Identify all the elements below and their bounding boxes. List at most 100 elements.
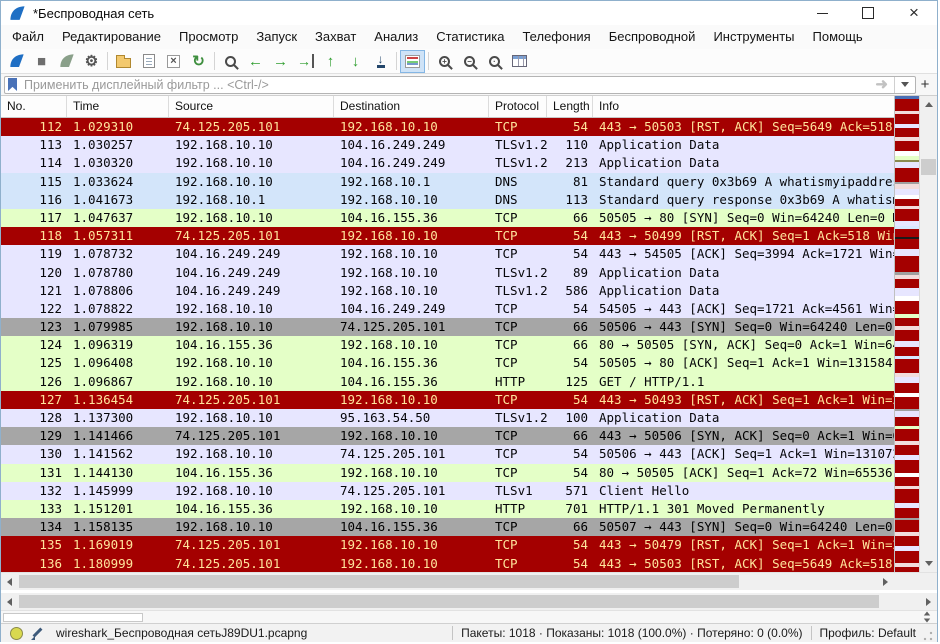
scroll-up-arrow[interactable]	[920, 96, 937, 113]
find-packet-icon[interactable]	[218, 50, 243, 73]
go-to-packet-icon[interactable]: →	[293, 50, 318, 73]
packet-row[interactable]: 1181.05731174.125.205.101192.168.10.10TC…	[1, 227, 894, 245]
packet-row[interactable]: 1161.041673192.168.10.1192.168.10.10DNS1…	[1, 191, 894, 209]
packet-row[interactable]: 1361.18099974.125.205.101192.168.10.10TC…	[1, 555, 894, 573]
apply-filter-icon[interactable]: ➜	[869, 79, 894, 91]
resize-columns-icon[interactable]	[507, 50, 532, 73]
cell-time: 1.151201	[67, 500, 169, 518]
close-button[interactable]	[891, 1, 937, 25]
packet-row[interactable]: 1221.078822192.168.10.10104.16.249.249TC…	[1, 300, 894, 318]
packet-row[interactable]: 1211.078806104.16.249.249192.168.10.10TL…	[1, 282, 894, 300]
display-filter-input[interactable]	[22, 77, 869, 93]
packet-row[interactable]: 1351.16901974.125.205.101192.168.10.10TC…	[1, 536, 894, 554]
column-header-info[interactable]: Info	[593, 96, 894, 117]
cell-info: 50506 → 443 [SYN] Seq=0 Win=64240 Len=0 …	[593, 318, 894, 336]
cell-time: 1.144130	[67, 464, 169, 482]
intelligent-scrollbar-minimap[interactable]	[894, 96, 919, 572]
profile-label[interactable]: Профиль: Default	[820, 626, 917, 640]
menu-item-8[interactable]: Телефония	[513, 25, 599, 49]
packet-row[interactable]: 1241.096319104.16.155.36192.168.10.10TCP…	[1, 336, 894, 354]
hscroll2-thumb[interactable]	[19, 595, 879, 608]
cell-protocol: TCP	[489, 118, 547, 136]
column-header-source[interactable]: Source	[169, 96, 334, 117]
go-back-icon[interactable]: ←	[243, 50, 268, 73]
packet-row[interactable]: 1121.02931074.125.205.101192.168.10.10TC…	[1, 118, 894, 136]
zoom-original-icon[interactable]: ·	[482, 50, 507, 73]
reload-file-icon[interactable]: ↻	[186, 50, 211, 73]
cell-length: 54	[547, 227, 593, 245]
maximize-button[interactable]	[845, 1, 891, 25]
cell-info: Application Data	[593, 282, 894, 300]
menu-item-11[interactable]: Помощь	[804, 25, 872, 49]
column-header-time[interactable]: Time	[67, 96, 169, 117]
packet-row[interactable]: 1331.151201104.16.155.36192.168.10.10HTT…	[1, 500, 894, 518]
cell-info: 443 → 50493 [RST, ACK] Seq=1 Ack=1 Win=2…	[593, 391, 894, 409]
column-header-destination[interactable]: Destination	[334, 96, 489, 117]
start-capture-icon[interactable]	[4, 50, 29, 73]
packet-row[interactable]: 1301.141562192.168.10.1074.125.205.101TC…	[1, 445, 894, 463]
packet-row[interactable]: 1321.145999192.168.10.1074.125.205.101TL…	[1, 482, 894, 500]
packet-row[interactable]: 1271.13645474.125.205.101192.168.10.10TC…	[1, 391, 894, 409]
hscroll2-left-arrow[interactable]	[1, 593, 18, 610]
column-header-no[interactable]: No.	[1, 96, 67, 117]
go-last-packet-icon[interactable]: ↓	[343, 50, 368, 73]
vertical-scrollbar[interactable]	[919, 96, 937, 572]
packet-row[interactable]: 1281.137300192.168.10.1095.163.54.50TLSv…	[1, 409, 894, 427]
zoom-in-icon[interactable]: +	[432, 50, 457, 73]
menu-item-1[interactable]: Файл	[3, 25, 53, 49]
zoom-out-icon[interactable]: −	[457, 50, 482, 73]
minimize-button[interactable]	[799, 1, 845, 25]
detail-pane-hscrollbar[interactable]	[1, 593, 937, 610]
capture-comment-icon[interactable]	[31, 627, 44, 640]
restart-capture-icon[interactable]	[54, 50, 79, 73]
hscroll-right-arrow[interactable]	[877, 573, 894, 590]
add-filter-button[interactable]: +	[916, 76, 934, 94]
hscroll2-track[interactable]	[18, 593, 920, 610]
menu-item-9[interactable]: Беспроводной	[600, 25, 705, 49]
packet-row[interactable]: 1151.033624192.168.10.10192.168.10.1DNS8…	[1, 173, 894, 191]
packet-row[interactable]: 1171.047637192.168.10.10104.16.155.36TCP…	[1, 209, 894, 227]
thin-scroll-thumb[interactable]	[3, 613, 143, 622]
menu-item-10[interactable]: Инструменты	[704, 25, 803, 49]
packet-row[interactable]: 1311.144130104.16.155.36192.168.10.10TCP…	[1, 464, 894, 482]
menu-item-4[interactable]: Запуск	[247, 25, 306, 49]
hscroll2-right-arrow[interactable]	[920, 593, 937, 610]
capture-options-icon[interactable]: ⚙	[79, 50, 104, 73]
filter-dropdown-caret[interactable]	[894, 77, 915, 93]
resize-grip[interactable]	[922, 630, 934, 642]
hscroll-thumb[interactable]	[19, 575, 739, 588]
save-file-icon[interactable]	[136, 50, 161, 73]
auto-scroll-icon[interactable]: ↓	[368, 50, 393, 73]
column-header-length[interactable]: Length	[547, 96, 593, 117]
colorize-packets-icon[interactable]	[400, 50, 425, 73]
packet-row[interactable]: 1131.030257192.168.10.10104.16.249.249TL…	[1, 136, 894, 154]
packet-row[interactable]: 1231.079985192.168.10.1074.125.205.101TC…	[1, 318, 894, 336]
cell-no: 113	[1, 136, 67, 154]
go-first-packet-icon[interactable]: ↑	[318, 50, 343, 73]
menu-item-2[interactable]: Редактирование	[53, 25, 170, 49]
open-file-icon[interactable]	[111, 50, 136, 73]
column-header-protocol[interactable]: Protocol	[489, 96, 547, 117]
packet-row[interactable]: 1191.078732104.16.249.249192.168.10.10TC…	[1, 245, 894, 263]
menu-item-7[interactable]: Статистика	[427, 25, 513, 49]
packet-row[interactable]: 1141.030320192.168.10.10104.16.249.249TL…	[1, 154, 894, 172]
display-filter-field[interactable]: ➜	[4, 76, 916, 94]
vertical-scroll-thumb[interactable]	[921, 159, 936, 175]
menu-item-3[interactable]: Просмотр	[170, 25, 247, 49]
packet-row[interactable]: 1291.14146674.125.205.101192.168.10.10TC…	[1, 427, 894, 445]
packet-row[interactable]: 1201.078780104.16.249.249192.168.10.10TL…	[1, 264, 894, 282]
hscroll-track[interactable]	[18, 573, 877, 590]
hscroll-left-arrow[interactable]	[1, 573, 18, 590]
menu-item-5[interactable]: Захват	[306, 25, 365, 49]
scroll-down-arrow[interactable]	[920, 555, 937, 572]
close-file-icon[interactable]: ×	[161, 50, 186, 73]
filter-bookmark-icon[interactable]	[8, 78, 17, 91]
packet-row[interactable]: 1261.096867192.168.10.10104.16.155.36HTT…	[1, 373, 894, 391]
packet-row[interactable]: 1341.158135192.168.10.10104.16.155.36TCP…	[1, 518, 894, 536]
packet-list-hscrollbar[interactable]	[1, 573, 894, 590]
menu-item-6[interactable]: Анализ	[365, 25, 427, 49]
stop-capture-icon[interactable]: ■	[29, 50, 54, 73]
packet-row[interactable]: 1251.096408192.168.10.10104.16.155.36TCP…	[1, 354, 894, 372]
go-forward-icon[interactable]: →	[268, 50, 293, 73]
expert-info-icon[interactable]	[10, 627, 23, 640]
